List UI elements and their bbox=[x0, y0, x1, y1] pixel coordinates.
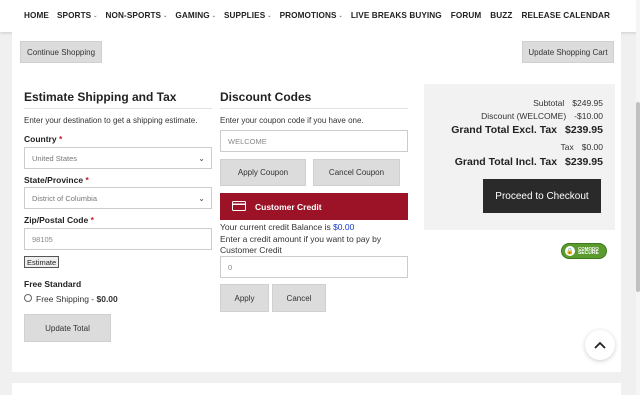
scrollbar-thumb[interactable] bbox=[636, 102, 640, 292]
nav-item-label: HOME bbox=[24, 11, 49, 20]
chevron-down-icon: ⌄ bbox=[198, 194, 205, 203]
discount-intro: Enter your coupon code if you have one. bbox=[220, 116, 364, 125]
nav-item-label: NON-SPORTS bbox=[105, 11, 162, 20]
coupon-input[interactable]: WELCOME bbox=[220, 130, 408, 152]
footer-panel bbox=[12, 383, 621, 395]
nav-item-supplies[interactable]: SUPPLIES ⌄ bbox=[224, 11, 272, 20]
update-cart-button[interactable]: Update Shopping Cart bbox=[522, 41, 614, 63]
proceed-to-checkout-button[interactable]: Proceed to Checkout bbox=[483, 179, 601, 213]
nav-item-release-calendar[interactable]: RELEASE CALENDAR bbox=[522, 11, 610, 20]
estimate-button[interactable]: Estimate bbox=[24, 256, 60, 268]
country-value: United States bbox=[32, 153, 78, 163]
nav-item-forum[interactable]: FORUM bbox=[451, 11, 482, 20]
state-value: District of Columbia bbox=[32, 193, 98, 203]
customer-credit-header[interactable]: Customer Credit bbox=[220, 193, 408, 220]
cancel-coupon-button[interactable]: Cancel Coupon bbox=[313, 159, 400, 186]
shipping-intro: Enter your destination to get a shipping… bbox=[24, 116, 198, 125]
continue-shopping-button[interactable]: Continue Shopping bbox=[20, 41, 102, 63]
main-menu: HOME SPORTS ⌄ NON-SPORTS ⌄ GAMING ⌄ SUPPLIES ⌄ PR… bbox=[24, 11, 413, 20]
credit-amount-input[interactable]: 0 bbox=[220, 256, 408, 278]
order-summary: Subtotal $249.95 Discount (WELCOME) -$10.0… bbox=[424, 84, 615, 230]
chevron-down-icon: ⌄ bbox=[93, 12, 98, 19]
apply-coupon-button[interactable]: Apply Coupon bbox=[220, 159, 306, 186]
chevron-up-icon bbox=[594, 341, 606, 349]
discount-title: Discount Codes bbox=[220, 90, 312, 104]
zip-label: Zip/Postal Code * bbox=[24, 215, 94, 225]
free-shipping-radio[interactable] bbox=[24, 294, 32, 302]
shipping-method-title: Free Standard bbox=[24, 279, 82, 289]
comodo-secure-badge: 🔒 COMODO SECURE bbox=[561, 243, 607, 259]
lock-icon: 🔒 bbox=[565, 246, 575, 256]
chevron-down-icon: ⌄ bbox=[211, 12, 216, 19]
nav-item-home[interactable]: HOME bbox=[24, 11, 49, 20]
nav-item-buzz[interactable]: BUZZ bbox=[490, 11, 512, 20]
country-label: Country * bbox=[24, 134, 63, 144]
nav-item-sports[interactable]: SPORTS ⌄ bbox=[57, 11, 98, 20]
credit-balance-text: Your current credit Balance is $0.00 bbox=[220, 222, 355, 232]
credit-instruction-2: Customer Credit bbox=[220, 245, 282, 255]
country-select[interactable]: United States ⌄ bbox=[24, 147, 212, 169]
discount-row: Discount (WELCOME) -$10.00 bbox=[481, 111, 603, 121]
state-select[interactable]: District of Columbia ⌄ bbox=[24, 187, 212, 209]
nav-item-label: GAMING bbox=[175, 11, 210, 20]
nav-item-label: LIVE BREAKS bbox=[350, 11, 407, 20]
state-label: State/Province * bbox=[24, 175, 89, 185]
cancel-credit-button[interactable]: Cancel bbox=[272, 284, 326, 312]
apply-credit-button[interactable]: Apply bbox=[220, 284, 269, 312]
chevron-down-icon: ⌄ bbox=[267, 12, 272, 19]
badge-line-2: SECURE bbox=[578, 250, 599, 256]
credit-instruction-1: Enter a credit amount if you want to pay… bbox=[220, 234, 382, 244]
subtotal-row: Subtotal $249.95 bbox=[533, 98, 603, 108]
grand-total-incl-row: Grand Total Incl. Tax $239.95 bbox=[454, 156, 603, 168]
tax-row: Tax $0.00 bbox=[560, 142, 603, 152]
nav-item-label: PROMOTIONS bbox=[279, 11, 337, 20]
grand-total-excl-row: Grand Total Excl. Tax $239.95 bbox=[451, 124, 603, 136]
top-navigation: HOME SPORTS ⌄ NON-SPORTS ⌄ GAMING ⌄ SUPPLIES ⌄ PR… bbox=[0, 0, 640, 32]
discount-divider bbox=[220, 108, 408, 109]
chevron-down-icon: ⌄ bbox=[198, 154, 205, 163]
free-shipping-label: Free Shipping - $0.00 bbox=[36, 294, 118, 304]
nav-item-label: SUPPLIES bbox=[223, 11, 266, 20]
chevron-down-icon: ⌄ bbox=[338, 12, 343, 19]
credit-card-icon bbox=[232, 200, 246, 213]
secondary-menu: BUYING FORUM BUZZ RELEASE CALENDAR bbox=[409, 11, 610, 20]
scroll-to-top-button[interactable] bbox=[585, 330, 615, 360]
nav-item-non-sports[interactable]: NON-SPORTS ⌄ bbox=[106, 11, 168, 20]
shipping-title: Estimate Shipping and Tax bbox=[24, 90, 177, 104]
nav-item-label: SPORTS bbox=[56, 11, 92, 20]
page-scrollbar[interactable] bbox=[636, 0, 640, 395]
nav-item-buying[interactable]: BUYING bbox=[409, 11, 441, 20]
nav-item-live-breaks[interactable]: LIVE BREAKS ⌄ bbox=[351, 11, 413, 20]
shipping-divider bbox=[24, 108, 212, 109]
chevron-down-icon: ⌄ bbox=[163, 12, 168, 19]
nav-item-gaming[interactable]: GAMING ⌄ bbox=[175, 11, 216, 20]
update-total-button[interactable]: Update Total bbox=[24, 314, 111, 342]
credit-balance-value: $0.00 bbox=[333, 222, 355, 232]
customer-credit-title: Customer Credit bbox=[255, 201, 322, 212]
zip-input[interactable]: 98105 bbox=[24, 228, 212, 250]
nav-item-promotions[interactable]: PROMOTIONS ⌄ bbox=[280, 11, 343, 20]
